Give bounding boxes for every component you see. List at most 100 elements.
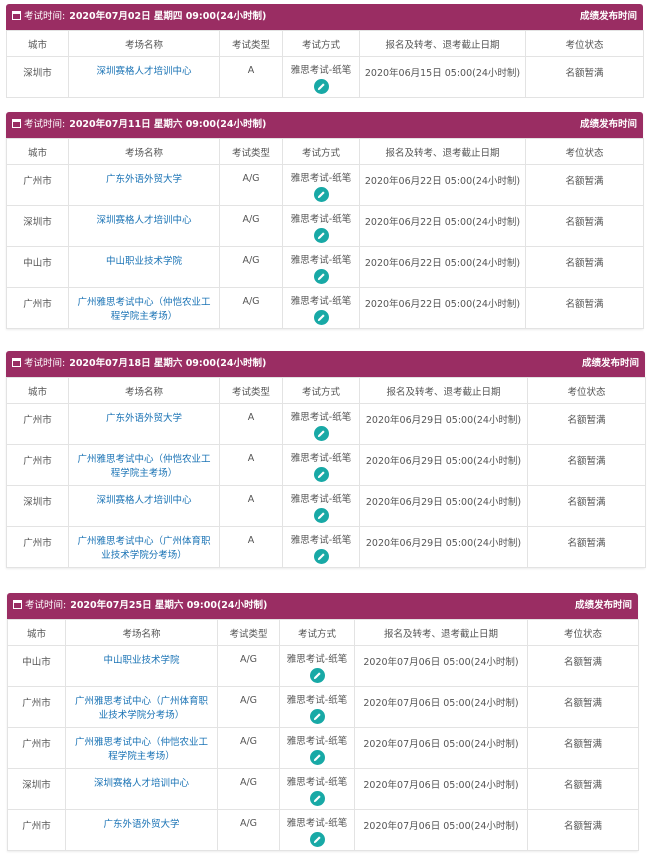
pencil-icon[interactable]: [313, 310, 329, 325]
method-text: 雅思考试-纸笔: [290, 296, 352, 307]
venue-link[interactable]: 广州雅思考试中心（仲恺农业工程学院主考场）: [68, 444, 220, 486]
score-release-link[interactable]: 成绩发布时间: [580, 4, 637, 30]
venue-link[interactable]: 深圳赛格人才培训中心: [68, 56, 220, 98]
method-text: 雅思考试-纸笔: [290, 65, 352, 76]
exam-time-line: 考试时间: 2020年07月18日 星期六 09:00(24小时制): [12, 351, 266, 377]
pencil-icon[interactable]: [313, 269, 329, 284]
status-cell: 名额暂满: [525, 56, 644, 98]
table-row: 广州市 广州雅思考试中心（仲恺农业工程学院主考场） A 雅思考试-纸笔 2020…: [6, 444, 646, 486]
method-cell: 雅思考试-纸笔: [282, 56, 360, 98]
method-text: 雅思考试-纸笔: [290, 214, 352, 225]
venue-link[interactable]: 广东外语外贸大学: [65, 809, 218, 851]
exam-type-cell: A: [219, 444, 283, 486]
exam-session-4: 考试时间: 2020年07月25日 星期六 09:00(24小时制) 成绩发布时间…: [7, 593, 639, 851]
city-cell: 中山市: [6, 246, 69, 288]
method-text: 雅思考试-纸笔: [286, 818, 348, 829]
venue-link[interactable]: 中山职业技术学院: [68, 246, 220, 288]
venue-link[interactable]: 广东外语外贸大学: [68, 164, 220, 206]
city-cell: 广州市: [7, 727, 66, 769]
pencil-icon[interactable]: [309, 832, 325, 847]
col-status: 考位状态: [527, 377, 646, 404]
exam-time-line: 考试时间: 2020年07月02日 星期四 09:00(24小时制): [12, 4, 266, 30]
venue-link[interactable]: 广州雅思考试中心（仲恺农业工程学院主考场）: [65, 727, 218, 769]
table-row: 深圳市 深圳赛格人才培训中心 A 雅思考试-纸笔 2020年06月15日 05:…: [6, 56, 644, 98]
pencil-icon[interactable]: [313, 228, 329, 243]
status-cell: 名额暂满: [525, 287, 644, 329]
exam-type-cell: A/G: [217, 686, 280, 728]
city-cell: 广州市: [7, 809, 66, 851]
pencil-icon[interactable]: [309, 791, 325, 806]
pencil-icon[interactable]: [313, 79, 329, 94]
table-row: 广州市 广州雅思考试中心（广州体育职业技术学院分考场） A/G 雅思考试-纸笔 …: [7, 686, 639, 728]
col-method: 考试方式: [279, 619, 355, 646]
exam-type-cell: A/G: [217, 768, 280, 810]
pencil-icon[interactable]: [309, 709, 325, 724]
method-cell: 雅思考试-纸笔: [282, 205, 360, 247]
venue-link[interactable]: 广州雅思考试中心（仲恺农业工程学院主考场）: [68, 287, 220, 329]
exam-time: 2020年07月11日 星期六 09:00(24小时制): [69, 119, 267, 130]
pencil-icon[interactable]: [313, 426, 329, 441]
venue-link[interactable]: 深圳赛格人才培训中心: [65, 768, 218, 810]
col-method: 考试方式: [282, 30, 360, 57]
table-row: 广州市 广东外语外贸大学 A/G 雅思考试-纸笔 2020年07月06日 05:…: [7, 809, 639, 851]
venue-link[interactable]: 广州雅思考试中心（广州体育职业技术学院分考场）: [65, 686, 218, 728]
score-release-link[interactable]: 成绩发布时间: [580, 112, 637, 138]
exam-type-cell: A: [219, 403, 283, 445]
col-status: 考位状态: [525, 138, 644, 165]
city-cell: 广州市: [7, 686, 66, 728]
col-deadline: 报名及转考、退考截止日期: [359, 138, 526, 165]
pencil-icon[interactable]: [313, 467, 329, 482]
venue-link[interactable]: 深圳赛格人才培训中心: [68, 205, 220, 247]
method-cell: 雅思考试-纸笔: [282, 403, 360, 445]
table-row: 深圳市 深圳赛格人才培训中心 A/G 雅思考试-纸笔 2020年07月06日 0…: [7, 768, 639, 810]
score-release-link[interactable]: 成绩发布时间: [575, 593, 632, 619]
score-release-link[interactable]: 成绩发布时间: [582, 351, 639, 377]
exam-time-label: 考试时间:: [24, 358, 66, 369]
table-row: 广州市 广州雅思考试中心（广州体育职业技术学院分考场） A 雅思考试-纸笔 20…: [6, 526, 646, 568]
exam-type-cell: A: [219, 485, 283, 527]
exam-session-3: 考试时间: 2020年07月18日 星期六 09:00(24小时制) 成绩发布时间…: [6, 351, 646, 568]
city-cell: 广州市: [6, 287, 69, 329]
exam-type-cell: A: [219, 526, 283, 568]
pencil-icon[interactable]: [309, 668, 325, 683]
exam-time-line: 考试时间: 2020年07月25日 星期六 09:00(24小时制): [13, 593, 267, 619]
col-venue: 考场名称: [68, 377, 220, 404]
venue-link[interactable]: 深圳赛格人才培训中心: [68, 485, 220, 527]
method-text: 雅思考试-纸笔: [290, 412, 352, 423]
exam-time: 2020年07月25日 星期六 09:00(24小时制): [70, 600, 268, 611]
method-cell: 雅思考试-纸笔: [282, 164, 360, 206]
col-city: 城市: [6, 138, 69, 165]
method-text: 雅思考试-纸笔: [286, 777, 348, 788]
method-cell: 雅思考试-纸笔: [279, 686, 355, 728]
session-header: 考试时间: 2020年07月25日 星期六 09:00(24小时制) 成绩发布时间: [7, 593, 638, 619]
exam-type-cell: A/G: [217, 727, 280, 769]
pencil-icon[interactable]: [313, 508, 329, 523]
method-cell: 雅思考试-纸笔: [279, 645, 355, 687]
session-table: 城市 考场名称 考试类型 考试方式 报名及转考、退考截止日期 考位状态 深圳市 …: [6, 30, 644, 98]
exam-type-cell: A/G: [219, 287, 283, 329]
status-cell: 名额暂满: [525, 246, 644, 288]
table-header-row: 城市 考场名称 考试类型 考试方式 报名及转考、退考截止日期 考位状态: [6, 138, 644, 165]
calendar-icon: [12, 119, 21, 128]
deadline-cell: 2020年06月29日 05:00(24小时制): [359, 444, 528, 486]
table-row: 广州市 广州雅思考试中心（仲恺农业工程学院主考场） A/G 雅思考试-纸笔 20…: [7, 727, 639, 769]
pencil-icon[interactable]: [309, 750, 325, 765]
pencil-icon[interactable]: [313, 187, 329, 202]
method-text: 雅思考试-纸笔: [290, 535, 352, 546]
pencil-icon[interactable]: [313, 549, 329, 564]
method-text: 雅思考试-纸笔: [286, 695, 348, 706]
exam-type-cell: A/G: [219, 205, 283, 247]
exam-time: 2020年07月02日 星期四 09:00(24小时制): [69, 11, 267, 22]
venue-link[interactable]: 广州雅思考试中心（广州体育职业技术学院分考场）: [68, 526, 220, 568]
col-deadline: 报名及转考、退考截止日期: [359, 377, 528, 404]
table-row: 广州市 广州雅思考试中心（仲恺农业工程学院主考场） A/G 雅思考试-纸笔 20…: [6, 287, 644, 329]
col-deadline: 报名及转考、退考截止日期: [354, 619, 528, 646]
col-method: 考试方式: [282, 138, 360, 165]
calendar-icon: [12, 358, 21, 367]
city-cell: 广州市: [6, 403, 69, 445]
venue-link[interactable]: 广东外语外贸大学: [68, 403, 220, 445]
venue-link[interactable]: 中山职业技术学院: [65, 645, 218, 687]
method-text: 雅思考试-纸笔: [286, 736, 348, 747]
status-cell: 名额暂满: [527, 526, 646, 568]
city-cell: 深圳市: [6, 205, 69, 247]
